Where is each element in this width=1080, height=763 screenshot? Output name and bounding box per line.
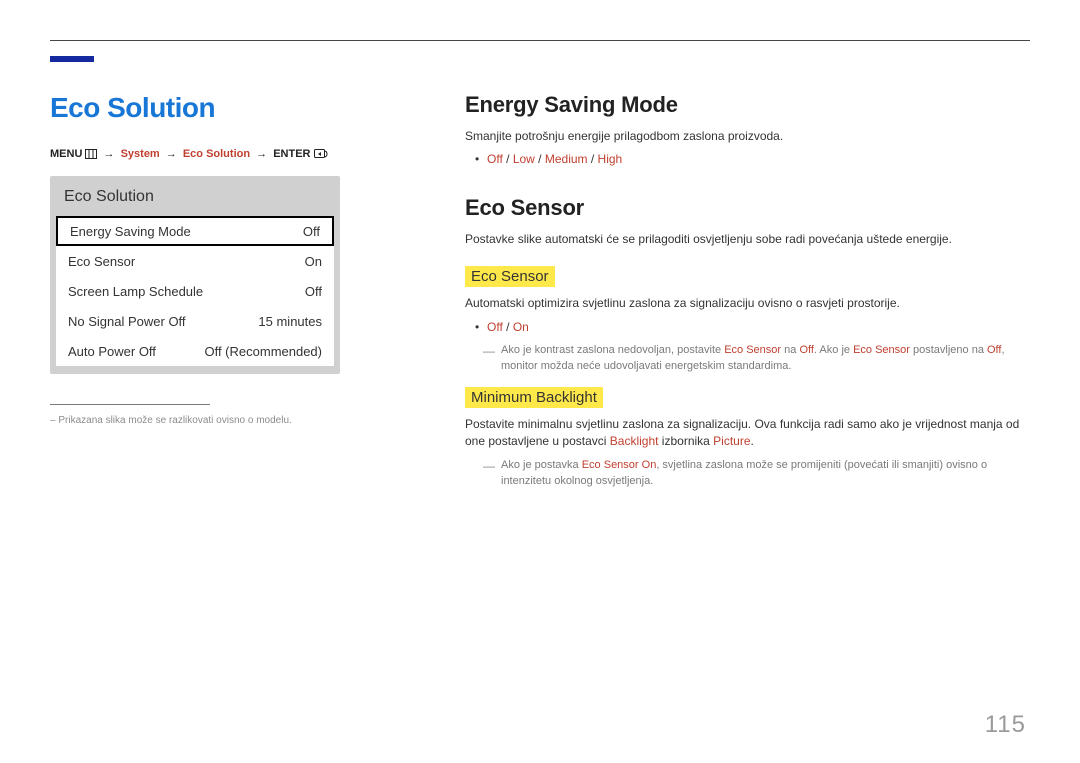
page-number: 115 <box>985 711 1026 739</box>
menu-icon <box>85 149 97 162</box>
subheading-min-backlight: Minimum Backlight <box>465 387 603 408</box>
note-rule <box>50 404 210 405</box>
eco-sensor-sub-desc: Automatski optimizira svjetlinu zaslona … <box>465 295 1030 312</box>
menu-row-label: No Signal Power Off <box>68 314 186 329</box>
menu-row-no-signal[interactable]: No Signal Power Off 15 minutes <box>56 306 334 336</box>
opt-on: On <box>513 320 529 334</box>
breadcrumb-menu: MENU <box>50 148 82 160</box>
min-backlight-desc: Postavite minimalnu svjetlinu zaslona za… <box>465 416 1030 451</box>
page-title: Eco Solution <box>50 92 385 124</box>
menu-row-value: Off <box>303 224 320 239</box>
section-heading-eco-sensor: Eco Sensor <box>465 195 1030 221</box>
menu-row-label: Auto Power Off <box>68 344 156 359</box>
arrow-icon: → <box>256 148 267 160</box>
menu-row-value: 15 minutes <box>258 314 322 329</box>
subheading-eco-sensor: Eco Sensor <box>465 266 555 287</box>
eco-sensor-note: Ako je kontrast zaslona nedovoljan, post… <box>465 342 1030 375</box>
opt-off: Off <box>487 320 503 334</box>
opt-off: Off <box>487 152 503 166</box>
menu-preview: Eco Solution Energy Saving Mode Off Eco … <box>50 176 340 374</box>
breadcrumb-eco: Eco Solution <box>183 148 250 160</box>
arrow-icon: → <box>166 148 177 160</box>
breadcrumb-system: System <box>121 148 160 160</box>
eco-sensor-options: Off / On <box>487 319 1030 336</box>
menu-row-label: Eco Sensor <box>68 254 135 269</box>
enter-icon <box>314 149 328 162</box>
min-backlight-note: Ako je postavka Eco Sensor On, svjetlina… <box>465 457 1030 490</box>
opt-medium: Medium <box>545 152 588 166</box>
menu-row-label: Energy Saving Mode <box>70 224 191 239</box>
menu-row-screen-lamp[interactable]: Screen Lamp Schedule Off <box>56 276 334 306</box>
breadcrumb-enter: ENTER <box>273 148 310 160</box>
arrow-icon: → <box>104 148 115 160</box>
eco-sensor-desc: Postavke slike automatski će se prilagod… <box>465 231 1030 248</box>
energy-saving-options: Off / Low / Medium / High <box>487 151 1030 168</box>
opt-high: High <box>598 152 623 166</box>
opt-low: Low <box>513 152 535 166</box>
menu-row-eco-sensor[interactable]: Eco Sensor On <box>56 246 334 276</box>
menu-row-energy-saving[interactable]: Energy Saving Mode Off <box>56 216 334 246</box>
disclaimer-note: Prikazana slika može se razlikovati ovis… <box>50 415 385 426</box>
accent-bar <box>50 56 94 62</box>
menu-row-value: Off (Recommended) <box>204 344 322 359</box>
breadcrumb: MENU → System → Eco Solution → ENTER <box>50 148 385 162</box>
header-rule <box>50 40 1030 41</box>
menu-row-label: Screen Lamp Schedule <box>68 284 203 299</box>
energy-saving-desc: Smanjite potrošnju energije prilagodbom … <box>465 128 1030 145</box>
menu-row-auto-power-off[interactable]: Auto Power Off Off (Recommended) <box>56 336 334 366</box>
menu-row-value: On <box>305 254 322 269</box>
section-heading-energy-saving: Energy Saving Mode <box>465 92 1030 118</box>
menu-preview-title: Eco Solution <box>50 176 340 216</box>
menu-row-value: Off <box>305 284 322 299</box>
